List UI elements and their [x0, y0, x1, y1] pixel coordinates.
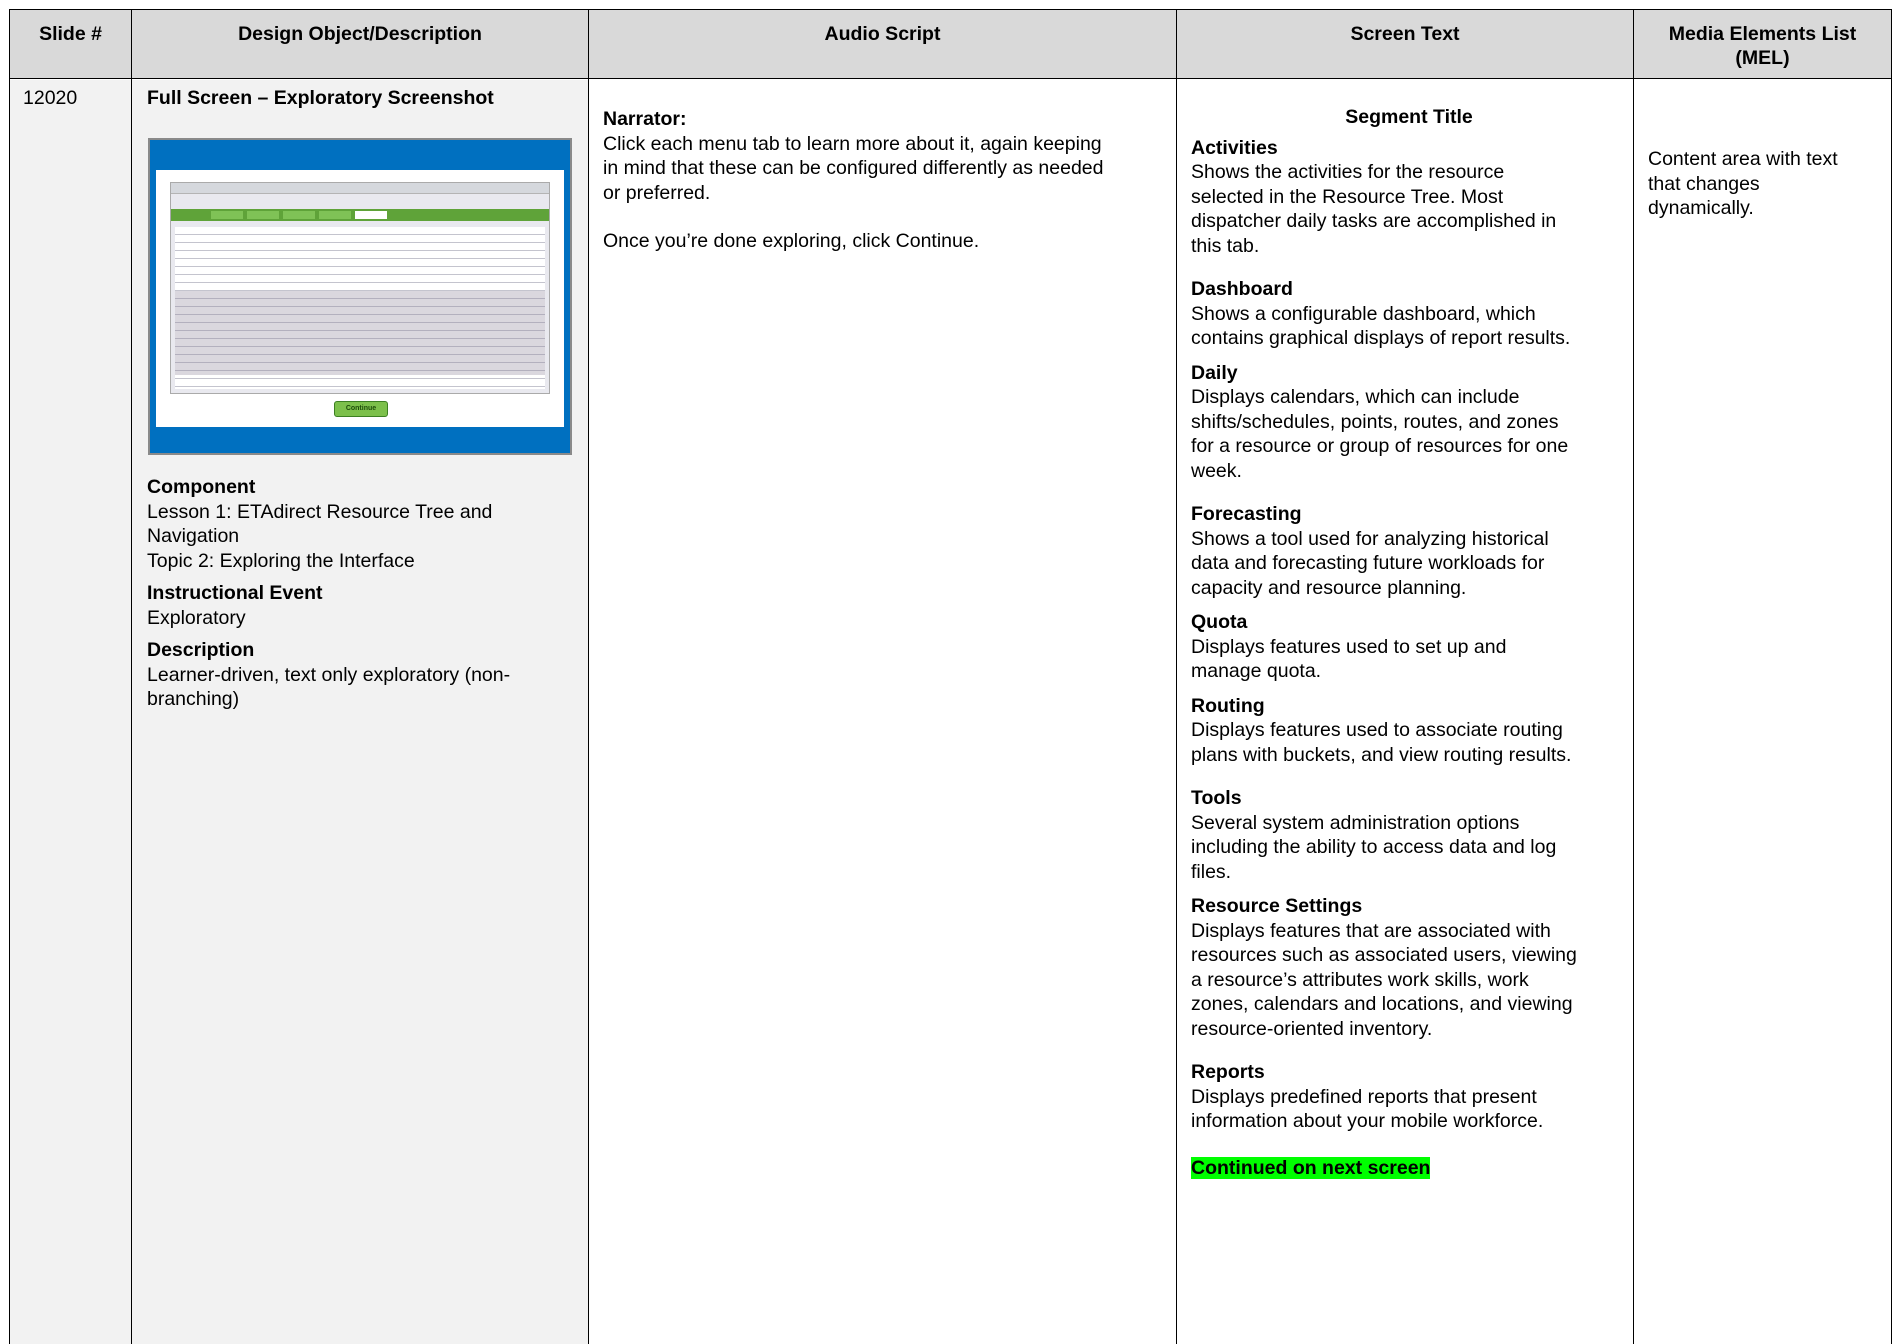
event-label: Instructional Event: [147, 582, 323, 604]
audio-line: Once you’re done exploring, click Contin…: [603, 230, 980, 252]
screen-text-item-line: Displays features used to associate rout…: [1191, 719, 1563, 741]
header-design: Design Object/Description: [132, 10, 588, 79]
header-media-line: Media Elements List: [1668, 23, 1857, 45]
component-line: Lesson 1: ETAdirect Resource Tree and: [147, 500, 493, 523]
screen-text-item: Forecasting Shows a tool used for analyzi…: [1191, 502, 1627, 600]
screen-text-item: Activities Shows the activities for the r…: [1191, 136, 1627, 259]
cell-design: Full Screen – Exploratory Screenshot Con…: [132, 80, 588, 1344]
screen-text-item-line: zones, calendars and locations, and view…: [1191, 993, 1573, 1015]
media-line: that changes: [1648, 172, 1760, 195]
screen-text-item-line: Displays features used to set up and: [1191, 635, 1507, 658]
screen-text-item-title: Reports: [1191, 1061, 1265, 1083]
screen-text-item-title: Tools: [1191, 787, 1242, 809]
screen-text-item-line: Displays features that are associated wi…: [1191, 919, 1551, 942]
screen-text-item-line: Shows a tool used for analyzing historic…: [1191, 527, 1549, 550]
screen-text-item-title: Dashboard: [1191, 278, 1293, 300]
column-media: Media Elements List (MEL) Content area w…: [1634, 10, 1892, 1344]
audio-line: or preferred.: [603, 181, 711, 204]
screen-text-item-line: dispatcher daily tasks are accomplished …: [1191, 210, 1557, 232]
media-text: Content area with text that changes dyna…: [1648, 147, 1883, 221]
slide-number: 12020: [23, 87, 78, 109]
screen-text-item-line: for a resource or group of resources for…: [1191, 435, 1569, 457]
media-line: dynamically.: [1648, 197, 1754, 219]
screen-text-item: Quota Displays features used to set up an…: [1191, 610, 1627, 684]
segment-title: Segment Title: [1345, 106, 1473, 128]
header-audio: Audio Script: [589, 10, 1176, 79]
cell-media: Content area with text that changes dyna…: [1634, 80, 1891, 1344]
screen-text-item: Daily Displays calendars, which can inclu…: [1191, 361, 1627, 484]
design-details: Component Lesson 1: ETAdirect Resource T…: [147, 475, 567, 712]
screen-text-item-title: Daily: [1191, 361, 1238, 384]
screen-text-item-title: Routing: [1191, 694, 1265, 717]
screen-text-item: Routing Displays features used to associa…: [1191, 694, 1627, 768]
cell-audio: Narrator: Click each menu tab to learn m…: [589, 80, 1176, 1344]
screen-text-item-title: Resource Settings: [1191, 895, 1363, 917]
screen-text-item-line: Shows the activities for the resource: [1191, 161, 1505, 183]
screen-text-item: Tools Several system administration optio…: [1191, 786, 1627, 884]
audio-script: Narrator: Click each menu tab to learn m…: [603, 107, 1168, 254]
column-screen-text: Screen Text Segment Title Activities Show…: [1177, 10, 1634, 1344]
screen-text-item-line: selected in the Resource Tree. Most: [1191, 185, 1504, 208]
screen-text-items: Activities Shows the activities for the r…: [1191, 136, 1627, 1134]
screen-text-item-title: Activities: [1191, 136, 1278, 159]
screen-text-item-line: contains graphical displays of report re…: [1191, 327, 1571, 349]
screen-text-content: Segment Title Activities Shows the activi…: [1191, 105, 1627, 1180]
component-label: Component: [147, 476, 256, 498]
screen-text-item-line: Shows a configurable dashboard, which: [1191, 302, 1536, 325]
column-slide: Slide # 12020: [10, 10, 132, 1344]
header-slide: Slide #: [10, 10, 131, 79]
screen-text-item-line: Displays calendars, which can include: [1191, 386, 1520, 408]
header-media-line: (MEL): [1735, 47, 1790, 69]
header-media: Media Elements List (MEL): [1634, 10, 1891, 79]
screen-text-item-line: Several system administration options: [1191, 811, 1520, 834]
cell-slide: 12020: [10, 80, 131, 1344]
column-design: Design Object/Description Full Screen – …: [132, 10, 589, 1344]
continued-note-wrap: Continued on next screen: [1191, 1156, 1627, 1181]
screen-text-item-line: data and forecasting future workloads fo…: [1191, 552, 1545, 574]
component-line: Navigation: [147, 525, 240, 547]
screen-text-item-line: manage quota.: [1191, 660, 1322, 682]
screen-text-item: Resource Settings Displays features that …: [1191, 894, 1627, 1041]
screen-text-item-title: Forecasting: [1191, 503, 1302, 525]
screen-text-item: Dashboard Shows a configurable dashboard,…: [1191, 277, 1627, 351]
storyboard-table: Slide # 12020 Design Object/Description …: [9, 9, 1892, 1344]
screen-text-item-line: plans with buckets, and view routing res…: [1191, 743, 1572, 766]
audio-line: in mind that these can be configured dif…: [603, 157, 1104, 179]
screen-text-item: Reports Displays predefined reports that …: [1191, 1060, 1627, 1134]
description-line: Learner-driven, text only exploratory (n…: [147, 663, 511, 686]
screen-text-item-line: capacity and resource planning.: [1191, 576, 1467, 599]
thumbnail-continue-button: Continue: [334, 401, 388, 417]
media-line: Content area with text: [1648, 148, 1838, 170]
screen-text-item-title: Quota: [1191, 611, 1248, 633]
screen-text-item-line: including the ability to access data and…: [1191, 836, 1557, 858]
screenshot-thumbnail: Continue: [148, 138, 572, 455]
narrator-label: Narrator:: [603, 108, 687, 130]
event-value: Exploratory: [147, 606, 246, 629]
description-line: branching): [147, 688, 240, 710]
screen-text-item-line: this tab.: [1191, 234, 1260, 257]
screen-text-item-line: files.: [1191, 860, 1232, 883]
screen-text-item-line: shifts/schedules, points, routes, and zo…: [1191, 410, 1559, 433]
design-title: Full Screen – Exploratory Screenshot: [147, 87, 494, 109]
screen-text-item-line: resources such as associated users, view…: [1191, 944, 1577, 966]
screen-text-item-line: information about your mobile workforce.: [1191, 1110, 1544, 1132]
thumbnail-window: [170, 182, 550, 394]
column-audio: Audio Script Narrator: Click each menu t…: [589, 10, 1177, 1344]
audio-line: Click each menu tab to learn more about …: [603, 132, 1102, 155]
cell-screen-text: Segment Title Activities Shows the activi…: [1177, 80, 1633, 1344]
description-label: Description: [147, 639, 255, 661]
screen-text-item-line: resource-oriented inventory.: [1191, 1017, 1433, 1040]
screen-text-item-line: week.: [1191, 459, 1242, 482]
continued-note: Continued on next screen: [1191, 1156, 1431, 1179]
component-line: Topic 2: Exploring the Interface: [147, 549, 415, 572]
screen-text-item-line: Displays predefined reports that present: [1191, 1085, 1537, 1108]
header-screen-text: Screen Text: [1177, 10, 1633, 79]
screen-text-item-line: a resource’s attributes work skills, wor…: [1191, 968, 1529, 991]
